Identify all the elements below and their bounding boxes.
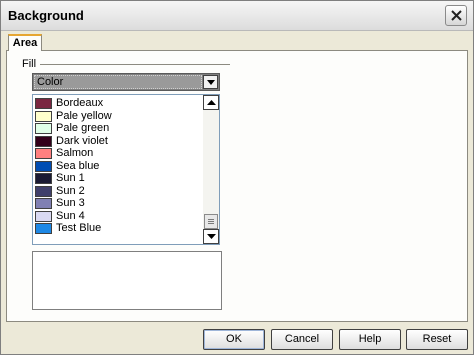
color-swatch: [35, 160, 52, 172]
color-name: Pale green: [56, 122, 110, 134]
list-item[interactable]: Dark violet: [35, 135, 203, 147]
color-name: Salmon: [56, 147, 94, 159]
color-swatch: [35, 223, 52, 234]
color-swatch: [35, 98, 52, 109]
help-button[interactable]: Help: [339, 329, 401, 350]
color-swatch: [35, 148, 52, 159]
color-swatch: [35, 110, 52, 122]
close-button[interactable]: [445, 5, 467, 26]
title-bar[interactable]: Background: [1, 1, 473, 31]
list-item[interactable]: Salmon: [35, 147, 203, 159]
list-item[interactable]: Sun 3: [35, 197, 203, 209]
color-name: Dark violet: [56, 134, 108, 147]
list-item[interactable]: Sun 1: [35, 172, 203, 184]
color-name: Test Blue: [56, 222, 102, 234]
color-swatch: [35, 135, 52, 147]
list-item[interactable]: Bordeaux: [35, 97, 203, 109]
fill-group-label: Fill: [22, 58, 37, 70]
color-name: Sun 2: [56, 184, 85, 197]
vertical-scrollbar[interactable]: [203, 95, 219, 244]
fill-preview: [32, 251, 222, 310]
fill-group-divider: [40, 64, 230, 65]
chevron-down-icon: [207, 80, 215, 85]
chevron-down-icon: [207, 234, 216, 239]
fill-type-select[interactable]: Color: [32, 73, 220, 91]
ok-button[interactable]: OK: [203, 329, 265, 350]
list-item[interactable]: Sun 4: [35, 210, 203, 222]
cancel-button[interactable]: Cancel: [271, 329, 333, 350]
scroll-thumb[interactable]: [204, 214, 218, 229]
list-item[interactable]: Test Blue: [35, 222, 203, 234]
color-name: Sun 3: [56, 197, 85, 209]
color-swatch: [35, 210, 52, 222]
scroll-down-button[interactable]: [203, 229, 219, 244]
color-name: Sea blue: [56, 159, 100, 172]
window-title: Background: [8, 8, 84, 23]
list-item[interactable]: Pale yellow: [35, 110, 203, 122]
color-name: Sun 1: [56, 172, 85, 184]
chevron-up-icon: [207, 100, 216, 105]
background-dialog: Background Area Fill Color Bordeaux Pale …: [0, 0, 474, 355]
list-item[interactable]: Pale green: [35, 122, 203, 134]
color-name: Pale yellow: [56, 109, 112, 122]
color-swatch: [35, 173, 52, 184]
reset-button[interactable]: Reset: [406, 329, 468, 350]
scroll-up-button[interactable]: [203, 95, 219, 110]
color-swatch: [35, 198, 52, 209]
list-item[interactable]: Sea blue: [35, 160, 203, 172]
close-icon: [451, 10, 462, 21]
color-swatch: [35, 185, 52, 197]
tab-area[interactable]: Area: [8, 34, 42, 51]
list-item[interactable]: Sun 2: [35, 185, 203, 197]
fill-type-value: Color: [34, 75, 202, 89]
color-swatch: [35, 123, 52, 134]
color-list[interactable]: Bordeaux Pale yellow Pale green Dark violet…: [32, 94, 220, 245]
dropdown-button[interactable]: [203, 75, 218, 89]
color-name: Sun 4: [56, 209, 85, 222]
color-name: Bordeaux: [56, 97, 104, 109]
